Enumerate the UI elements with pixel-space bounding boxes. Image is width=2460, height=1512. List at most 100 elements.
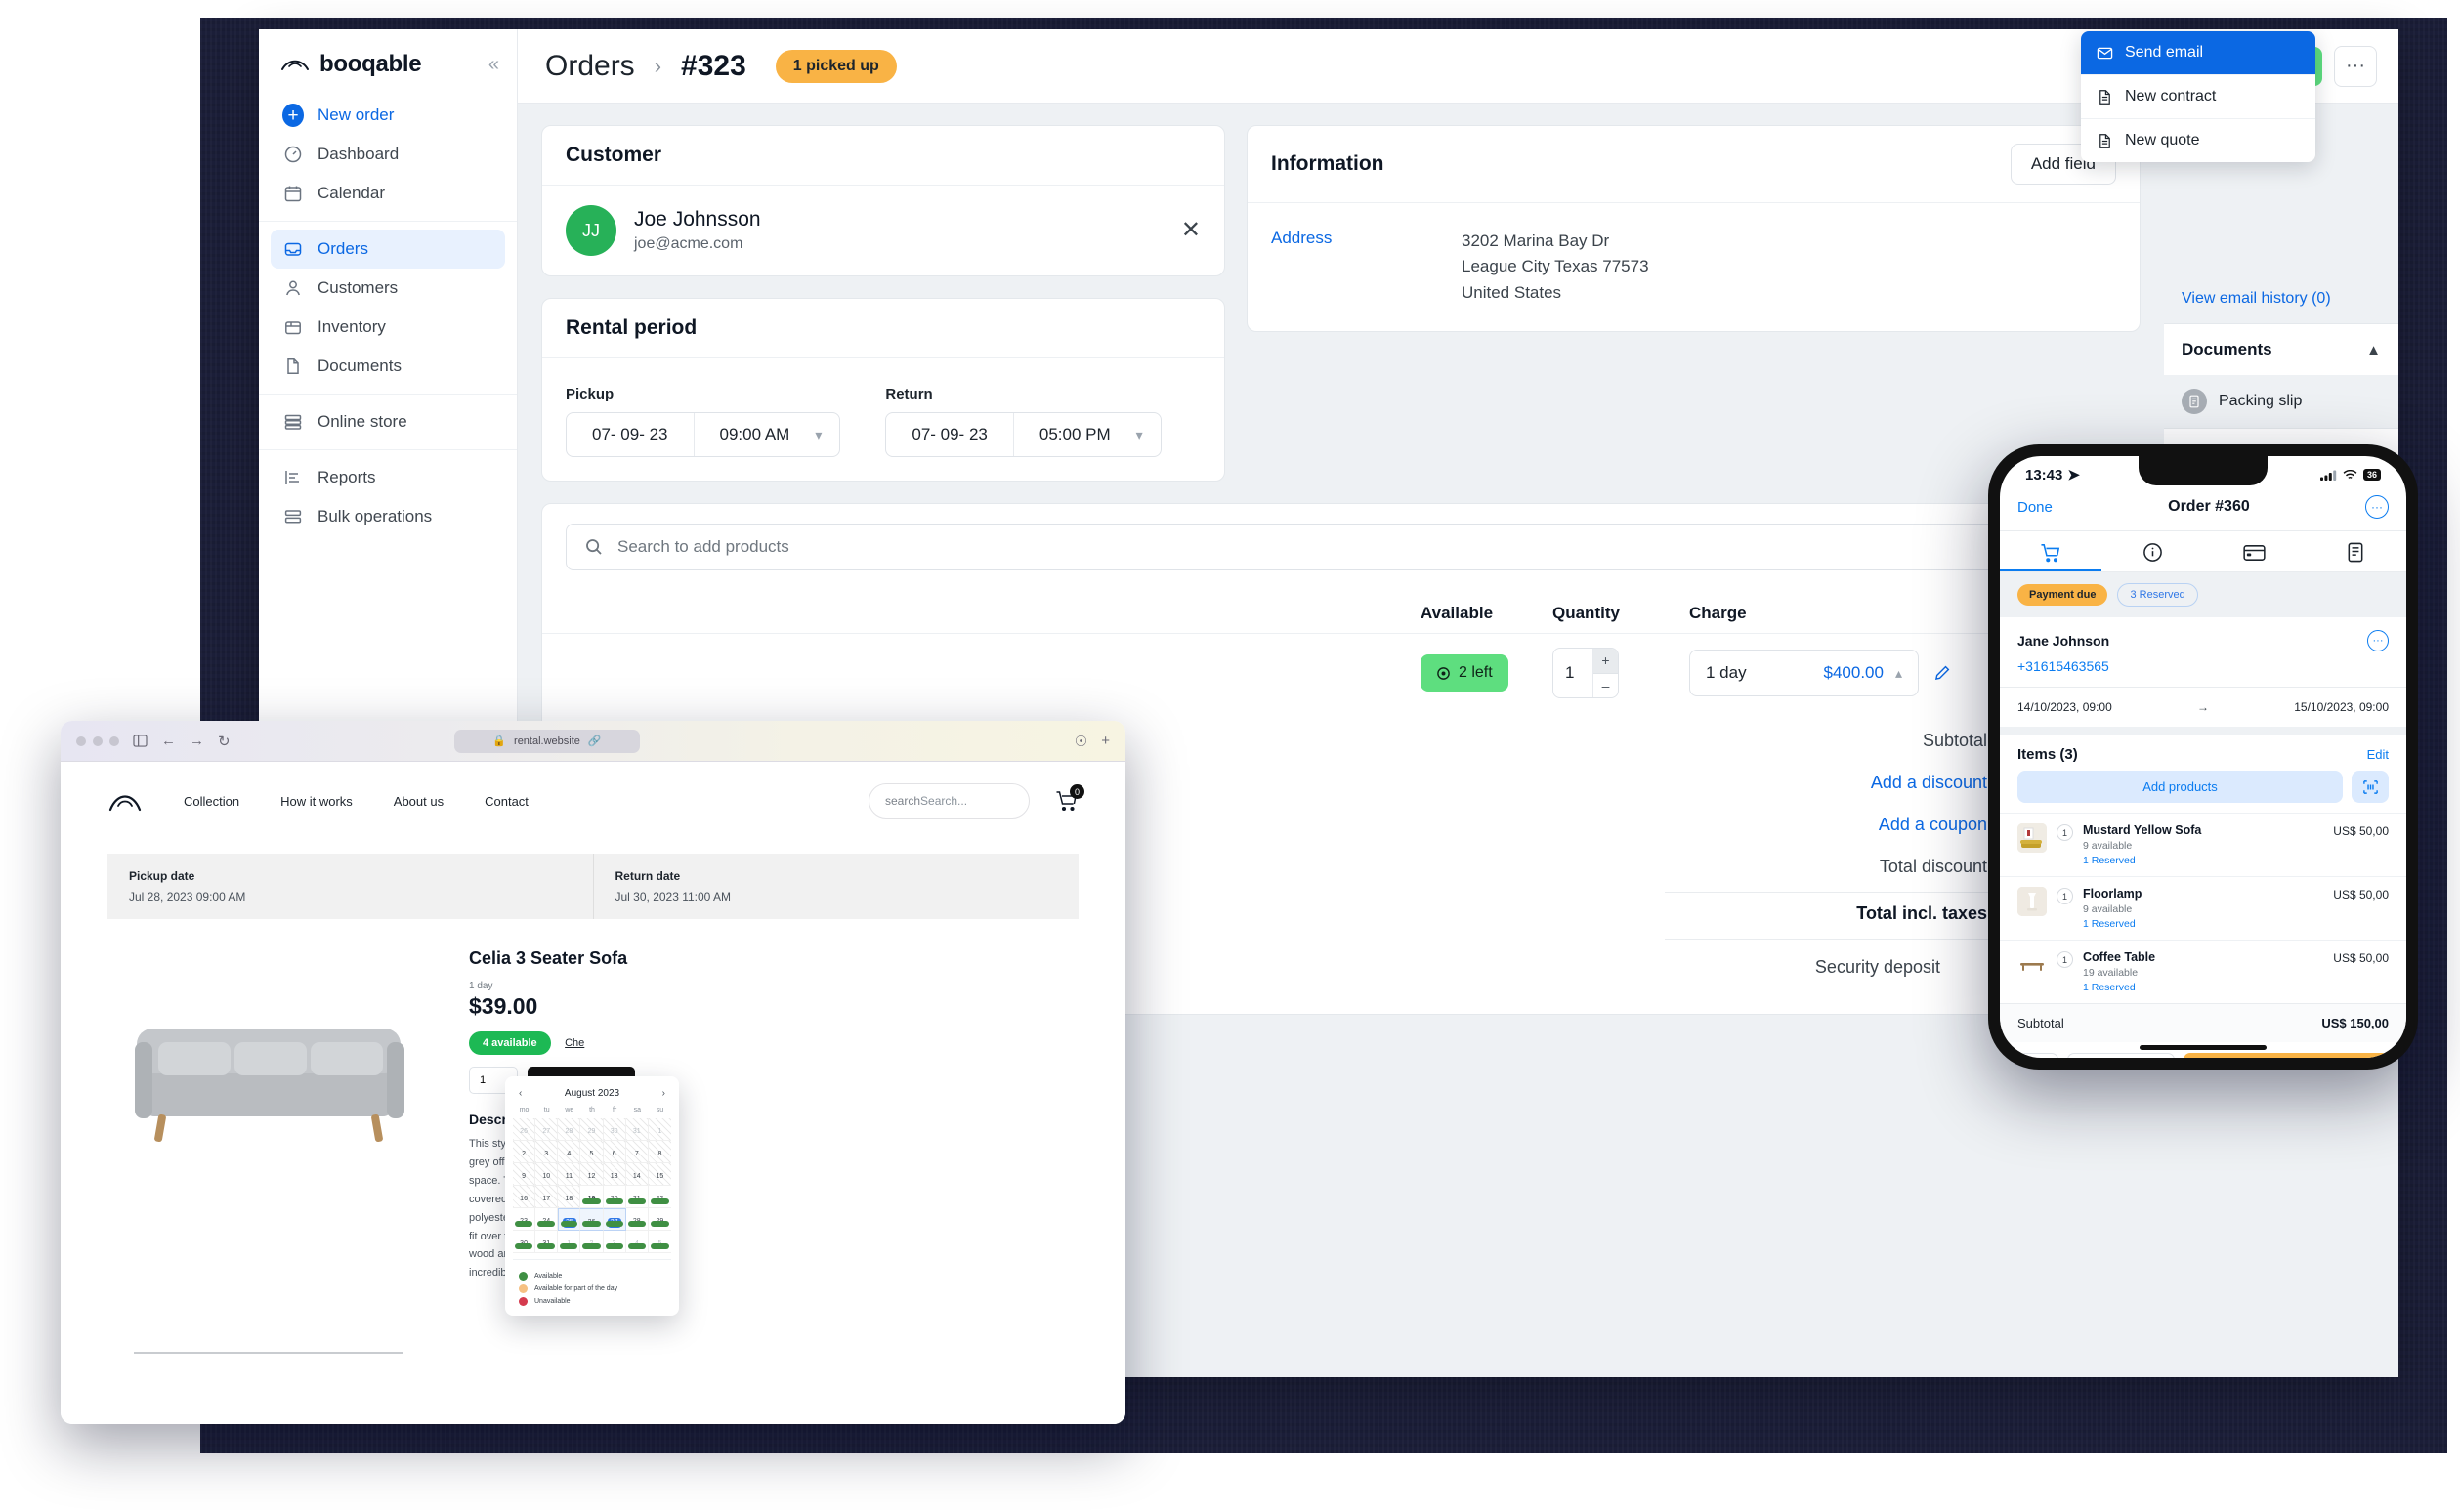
- list-item[interactable]: 1 Coffee Table 19 available 1 Reserved U…: [2000, 940, 2406, 1003]
- sidebar-item-orders[interactable]: Orders: [271, 230, 505, 269]
- calendar-day-cell[interactable]: 4: [558, 1141, 581, 1163]
- menu-item-new-contract[interactable]: New contract: [2081, 74, 2315, 118]
- search-input[interactable]: [617, 537, 2037, 557]
- calendar-day-cell[interactable]: 3: [603, 1231, 626, 1253]
- calendar-day-cell[interactable]: 6: [603, 1141, 626, 1163]
- calendar-day-cell[interactable]: 1: [648, 1118, 671, 1141]
- close-icon[interactable]: ✕: [1181, 219, 1201, 242]
- calendar-day-cell[interactable]: 4: [625, 1231, 649, 1253]
- calendar-day-cell[interactable]: 9: [513, 1163, 536, 1186]
- site-return-cell[interactable]: Return date Jul 30, 2023 11:00 AM: [592, 854, 1080, 919]
- sidebar-item-bulk-operations[interactable]: Bulk operations: [271, 497, 505, 536]
- calendar-day-cell[interactable]: 31: [535, 1231, 559, 1253]
- packing-slip-item[interactable]: Packing slip: [2164, 375, 2398, 428]
- pickup-time-select[interactable]: 09:00 AM ▾: [695, 413, 840, 456]
- calendar-day-cell[interactable]: 26: [513, 1118, 536, 1141]
- calendar-day-cell[interactable]: 8: [648, 1141, 671, 1163]
- site-nav-about-us[interactable]: About us: [394, 794, 444, 809]
- calendar-day-cell[interactable]: 25: [558, 1208, 581, 1231]
- item-reserved[interactable]: 1 Reserved: [2083, 982, 2155, 993]
- sidebar-item-dashboard[interactable]: Dashboard: [271, 135, 505, 174]
- calendar-day-cell[interactable]: 14: [625, 1163, 649, 1186]
- done-button[interactable]: Done: [2017, 499, 2053, 516]
- item-reserved[interactable]: 1 Reserved: [2083, 855, 2201, 866]
- calendar-day-cell[interactable]: 5: [648, 1231, 671, 1253]
- charge-select[interactable]: 1 day $400.00 ▴: [1689, 650, 1919, 696]
- list-item[interactable]: 1 Mustard Yellow Sofa 9 available 1 Rese…: [2000, 813, 2406, 876]
- pay-button[interactable]: Pay: [2067, 1053, 2175, 1058]
- chevrons-left-icon[interactable]: «: [488, 55, 499, 74]
- breadcrumb-orders[interactable]: Orders: [545, 50, 635, 83]
- address-bar[interactable]: 🔒 rental.website 🔗: [453, 729, 640, 753]
- menu-item-send-email[interactable]: Send email: [2081, 31, 2315, 74]
- calendar-day-cell[interactable]: 7: [625, 1141, 649, 1163]
- quantity-increment-button[interactable]: +: [1593, 649, 1618, 674]
- calendar-day-cell[interactable]: 11: [558, 1163, 581, 1186]
- calendar-day-cell[interactable]: 15: [648, 1163, 671, 1186]
- tab-info[interactable]: [2101, 531, 2203, 571]
- sidebar-item-new-order[interactable]: + New order: [271, 96, 505, 135]
- documents-section-header[interactable]: Documents ▲: [2164, 323, 2398, 375]
- cart-icon[interactable]: 0: [1055, 784, 1084, 812]
- sidebar-item-documents[interactable]: Documents: [271, 347, 505, 386]
- list-item[interactable]: 1 Floorlamp 9 available 1 Reserved US$ 5…: [2000, 876, 2406, 940]
- calendar-day-cell[interactable]: 3: [535, 1141, 559, 1163]
- calendar-day-cell[interactable]: 29: [580, 1118, 604, 1141]
- calendar-day-cell[interactable]: 30: [513, 1231, 536, 1253]
- calendar-day-cell[interactable]: 22: [648, 1186, 671, 1208]
- sidebar-toggle-icon[interactable]: [133, 735, 148, 747]
- calendar-day-cell[interactable]: 2: [580, 1231, 604, 1253]
- site-nav-contact[interactable]: Contact: [485, 794, 529, 809]
- tab-cart[interactable]: [2000, 531, 2101, 571]
- more-actions-button[interactable]: ···: [2334, 45, 2377, 87]
- calendar-day-cell[interactable]: 10: [535, 1163, 559, 1186]
- window-controls[interactable]: [76, 735, 119, 746]
- signature-icon[interactable]: [2017, 1053, 2058, 1058]
- site-pickup-cell[interactable]: Pickup date Jul 28, 2023 09:00 AM: [107, 854, 593, 919]
- return-time-select[interactable]: 05:00 PM ▾: [1014, 413, 1161, 456]
- arrow-right-icon[interactable]: →: [190, 733, 204, 749]
- product-search-box[interactable]: [566, 524, 2056, 570]
- calendar-day-cell[interactable]: 31: [625, 1118, 649, 1141]
- sidebar-item-inventory[interactable]: Inventory: [271, 308, 505, 347]
- return-date-input[interactable]: 07- 09- 23: [886, 413, 1014, 456]
- chevron-left-icon[interactable]: ‹: [519, 1088, 522, 1099]
- reload-icon[interactable]: ↻: [218, 733, 231, 750]
- pick-up-button[interactable]: Pick up: [2184, 1053, 2389, 1058]
- add-discount-link[interactable]: Add a discount: [1665, 773, 1987, 793]
- add-coupon-link[interactable]: Add a coupon: [1665, 815, 1987, 835]
- site-nav-collection[interactable]: Collection: [184, 794, 239, 809]
- view-email-history-link[interactable]: View email history (0): [2164, 274, 2398, 323]
- address-label[interactable]: Address: [1271, 229, 1462, 306]
- quantity-stepper[interactable]: 1 + –: [1552, 648, 1619, 698]
- calendar-day-cell[interactable]: 21: [625, 1186, 649, 1208]
- check-availability-link[interactable]: Che: [565, 1037, 584, 1049]
- calendar-day-cell[interactable]: 13: [603, 1163, 626, 1186]
- quantity-value[interactable]: 1: [1553, 649, 1592, 697]
- calendar-day-cell[interactable]: 20: [603, 1186, 626, 1208]
- sidebar-item-calendar[interactable]: Calendar: [271, 174, 505, 213]
- calendar-day-cell[interactable]: 28: [558, 1118, 581, 1141]
- calendar-day-cell[interactable]: 23: [513, 1208, 536, 1231]
- calendar-day-cell[interactable]: 12: [580, 1163, 604, 1186]
- site-search-input[interactable]: searchSearch...: [869, 783, 1030, 819]
- calendar-day-cell[interactable]: 24: [535, 1208, 559, 1231]
- calendar-day-cell[interactable]: 27: [603, 1208, 626, 1231]
- plus-icon[interactable]: +: [1101, 733, 1110, 749]
- quantity-decrement-button[interactable]: –: [1593, 674, 1618, 698]
- site-nav-how-it-works[interactable]: How it works: [280, 794, 353, 809]
- calendar-day-cell[interactable]: 26: [580, 1208, 604, 1231]
- calendar-day-cell[interactable]: 2: [513, 1141, 536, 1163]
- edit-charge-icon[interactable]: [1932, 664, 1951, 683]
- tab-documents[interactable]: [2305, 531, 2406, 571]
- arrow-left-icon[interactable]: ←: [161, 733, 176, 749]
- calendar-day-cell[interactable]: 30: [603, 1118, 626, 1141]
- sidebar-item-customers[interactable]: Customers: [271, 269, 505, 308]
- calendar-day-cell[interactable]: 18: [558, 1186, 581, 1208]
- calendar-day-cell[interactable]: 5: [580, 1141, 604, 1163]
- add-products-button[interactable]: Add products: [2017, 771, 2343, 803]
- menu-item-new-quote[interactable]: New quote: [2081, 118, 2315, 162]
- calendar-day-cell[interactable]: 29: [648, 1208, 671, 1231]
- sidebar-item-online-store[interactable]: Online store: [271, 402, 505, 441]
- ellipsis-circle-icon[interactable]: ···: [2367, 630, 2389, 651]
